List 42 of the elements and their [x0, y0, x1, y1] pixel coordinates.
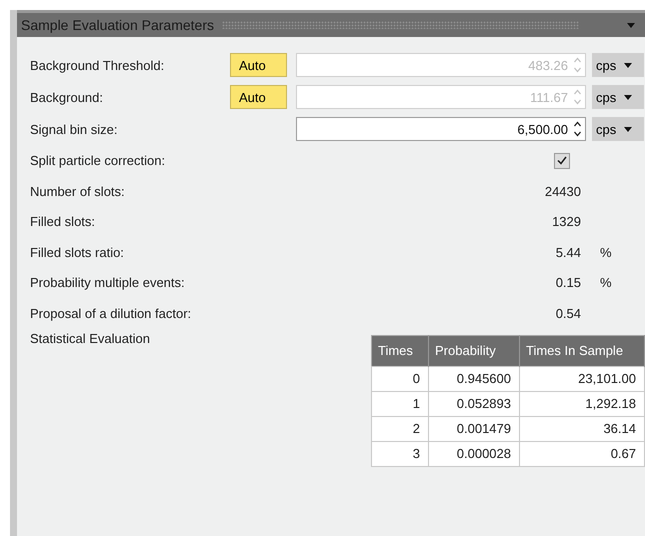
column-header: Probability	[428, 335, 520, 366]
number-field[interactable]: 6,500.00	[296, 117, 586, 141]
column-header: Times In Sample	[520, 335, 644, 366]
table-cell: 1	[372, 391, 428, 416]
table-cell: 0.052893	[428, 391, 520, 416]
field-label: Number of slots:	[30, 184, 126, 199]
field-label: Filled slots ratio:	[30, 244, 125, 260]
column-header: Times	[372, 335, 428, 366]
value-text: 0.54	[556, 306, 581, 321]
table-cell: 0.67	[520, 441, 644, 466]
caret-icon	[624, 62, 632, 68]
field-label: Split particle correction:	[30, 153, 166, 168]
table-cell: 0.945600	[428, 366, 520, 391]
field-label: Proposal of a dilution factor:	[30, 306, 192, 321]
value-text: 5.44	[556, 244, 581, 260]
field-label: Filled slots:	[30, 214, 96, 230]
unit-text: %	[599, 244, 613, 260]
value-text: 1329	[552, 214, 581, 230]
table-cell: 23,101.00	[520, 366, 644, 391]
field-label: Background Threshold:	[30, 58, 166, 72]
field-label: Background:	[30, 90, 104, 104]
field-label: Signal bin size:	[30, 122, 118, 136]
table-cell: 0.001479	[428, 416, 520, 441]
checkbox[interactable]	[554, 152, 570, 168]
table-cell: 36.14	[520, 416, 644, 441]
caret-icon[interactable]	[627, 22, 635, 28]
caret-icon	[624, 94, 632, 100]
table-cell: 2	[372, 416, 428, 441]
value-text: 24430	[544, 184, 581, 199]
unit-text: %	[599, 275, 613, 290]
field-label: Probability multiple events:	[30, 275, 186, 290]
table-cell: 1,292.18	[520, 391, 644, 416]
table-cell: 3	[372, 441, 428, 466]
section-label: Statistical Evaluation	[30, 330, 150, 346]
value-text: 0.15	[556, 275, 581, 290]
unit-dropdown[interactable]: cps	[592, 117, 644, 141]
caret-icon	[624, 126, 632, 132]
panel-title: Sample Evaluation Parameters	[21, 17, 214, 33]
table-cell: 0.000028	[428, 441, 520, 466]
check-icon	[557, 156, 567, 165]
table-cell: 0	[372, 366, 428, 391]
spinner-icon[interactable]	[574, 121, 581, 137]
